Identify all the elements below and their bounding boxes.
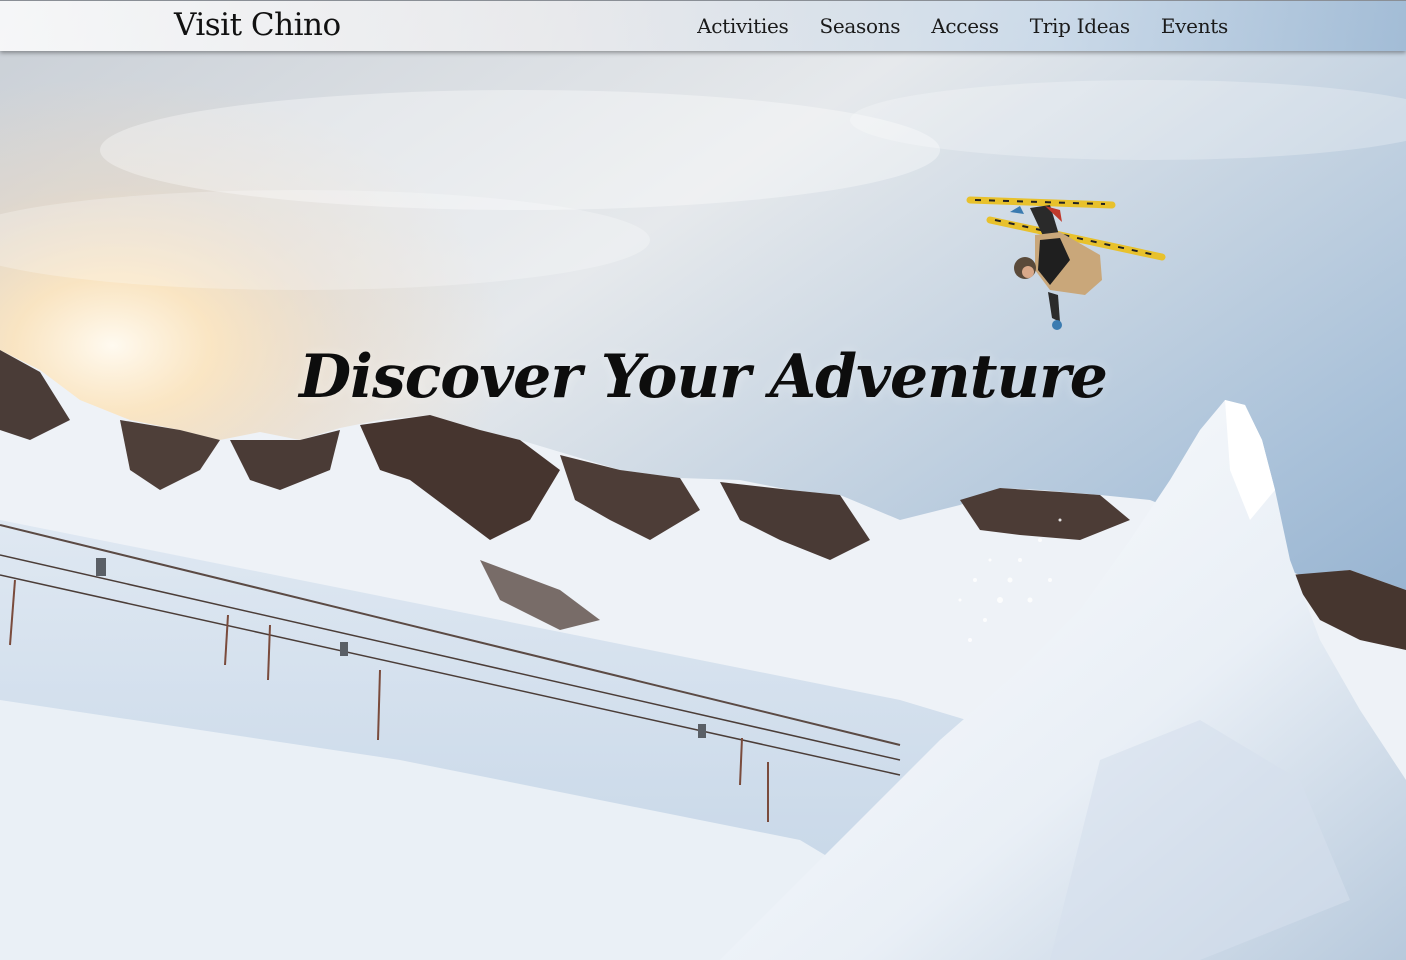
top-navigation-bar: Visit Chino Activities Seasons Access Tr… — [0, 0, 1406, 51]
site-logo-link[interactable]: Visit Chino — [174, 7, 341, 43]
main-nav: Activities Seasons Access Trip Ideas Eve… — [666, 14, 1228, 38]
hero-image — [0, 0, 1406, 960]
nav-link-trip-ideas[interactable]: Trip Ideas — [1030, 14, 1130, 38]
nav-link-events[interactable]: Events — [1161, 14, 1228, 38]
nav-link-activities[interactable]: Activities — [697, 14, 789, 38]
hero-background — [0, 0, 1406, 960]
hero-headline: Discover Your Adventure — [299, 342, 1108, 412]
nav-link-access[interactable]: Access — [931, 14, 999, 38]
nav-link-seasons[interactable]: Seasons — [819, 14, 900, 38]
